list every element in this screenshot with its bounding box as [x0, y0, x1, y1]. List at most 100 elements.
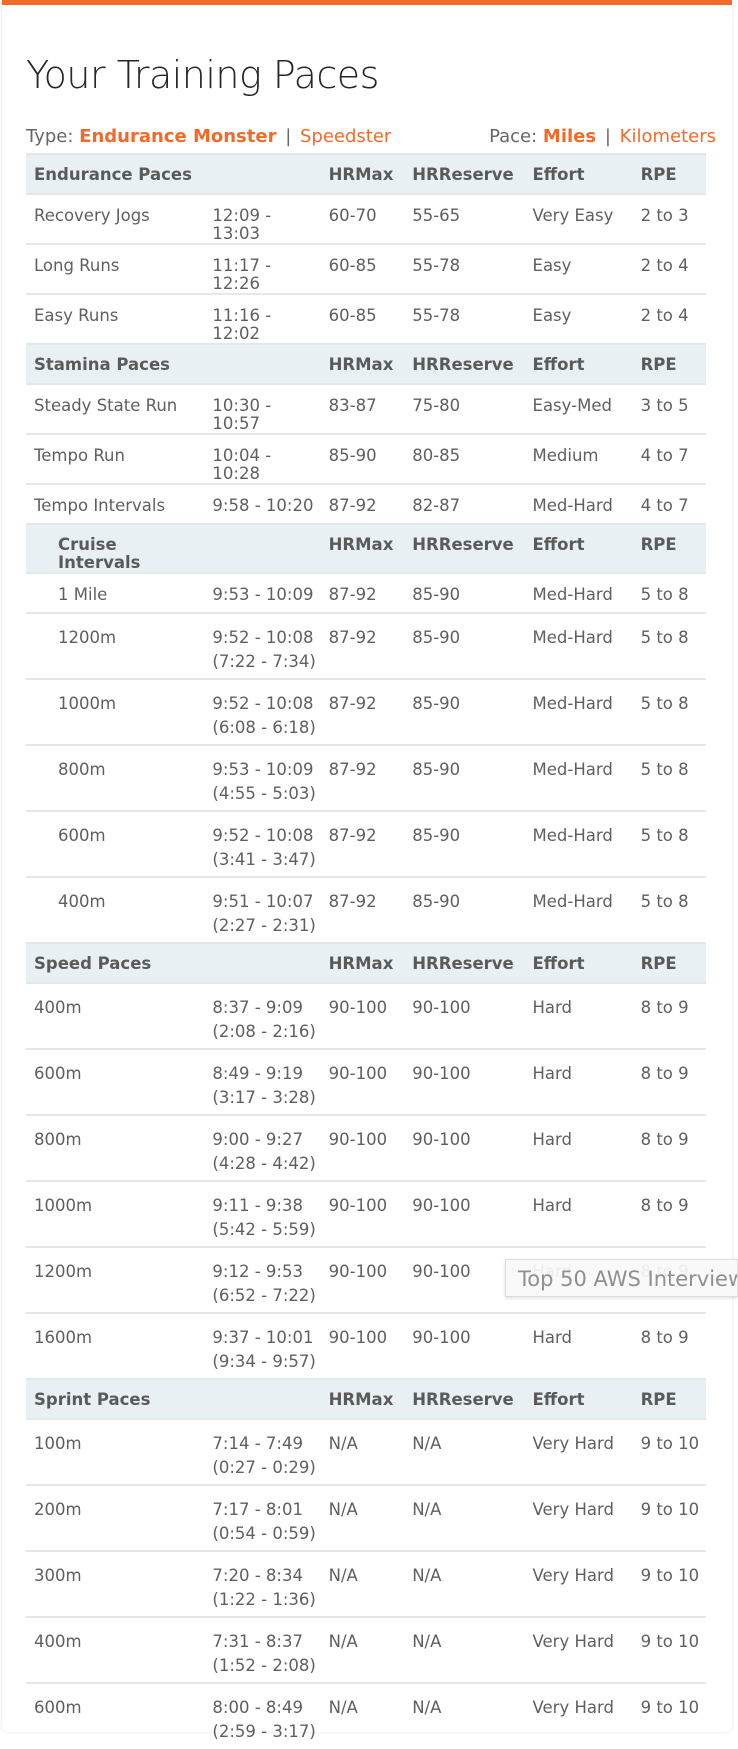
- cell-name: Steady State Run: [26, 383, 205, 434]
- rpe-text: 5 to 8: [640, 760, 689, 779]
- cell-hrreserve: 82-87: [404, 483, 525, 524]
- type-option-speedster[interactable]: Speedster: [300, 126, 391, 147]
- table-row: 1000m 9:52 - 10:08 (6:08 - 6:18) 87-92 85-90…: [26, 678, 706, 745]
- rpe-text: 9 to 10: [640, 1566, 700, 1585]
- cell-effort: Medium: [524, 433, 633, 484]
- pace-option-miles[interactable]: Miles: [543, 126, 596, 147]
- rpe-text: 8 to 9: [640, 1130, 689, 1149]
- table-row: 300m 7:20 - 8:34 (1:22 - 1:36) N/A N/A Very H…: [26, 1550, 706, 1617]
- header-cell-effort: Effort: [524, 523, 633, 573]
- table-row: 100m 7:14 - 7:49 (0:27 - 0:29) N/A N/A Very H…: [26, 1418, 706, 1485]
- cell-hrmax: 87-92: [320, 810, 405, 877]
- cell-effort: Very Hard: [524, 1484, 633, 1551]
- hrreserve-text: 90-100: [412, 998, 471, 1017]
- cell-hrmax: 90-100: [320, 1114, 405, 1181]
- cell-hrmax: 60-70: [320, 193, 405, 244]
- name-text: 1000m: [58, 694, 117, 713]
- cell-hrmax: 90-100: [320, 1048, 405, 1115]
- split-pace-text: (6:08 - 6:18): [212, 718, 316, 737]
- pace-text: 9:58 - 10:20: [212, 496, 314, 515]
- header-cell-name: Endurance Paces: [26, 153, 205, 194]
- paces-table: Endurance Paces HRMax HRReserve Effort RPE Re…: [26, 153, 706, 1749]
- cell-hrmax: 87-92: [320, 876, 405, 943]
- type-selector: Type: Endurance Monster | Speedster: [26, 126, 391, 147]
- cell-effort: Easy: [524, 293, 633, 344]
- cell-rpe: 2 to 4: [632, 243, 706, 294]
- hrreserve-text: 55-65: [412, 206, 461, 225]
- cell-hrreserve: 55-78: [404, 243, 525, 294]
- cell-rpe: 9 to 10: [632, 1550, 706, 1617]
- effort-text: Hard: [532, 1328, 573, 1347]
- cell-pace: 7:20 - 8:34 (1:22 - 1:36): [204, 1550, 321, 1617]
- name-text: Speed Paces: [34, 954, 152, 973]
- rpe-text: 5 to 8: [640, 628, 689, 647]
- header-cell-name: Stamina Paces: [26, 343, 205, 384]
- hrmax-text: HRMax: [328, 954, 394, 973]
- rpe-text: 8 to 9: [640, 998, 689, 1017]
- name-text: 400m: [34, 1632, 82, 1651]
- type-option-endurance-monster[interactable]: Endurance Monster: [79, 126, 276, 147]
- name-text: Long Runs: [34, 256, 120, 275]
- table-row: 600m 8:00 - 8:49 (2:59 - 3:17) N/A N/A Very H…: [26, 1682, 706, 1749]
- cell-rpe: 8 to 9: [632, 1048, 706, 1115]
- name-text: 100m: [34, 1434, 82, 1453]
- cell-pace: 8:00 - 8:49 (2:59 - 3:17): [204, 1682, 321, 1749]
- header-cell-rpe: RPE: [632, 343, 706, 384]
- pace-text: 9:12 - 9:53: [212, 1262, 303, 1281]
- cell-name: 600m: [26, 1048, 205, 1115]
- cell-pace: 9:52 - 10:08 (6:08 - 6:18): [204, 678, 321, 745]
- cell-name: 800m: [26, 744, 205, 811]
- rpe-text: 2 to 4: [640, 256, 689, 275]
- cell-name: 1600m: [26, 1312, 205, 1379]
- header-cell-effort: Effort: [524, 153, 633, 194]
- cell-hrmax: 60-85: [320, 243, 405, 294]
- cell-name: Recovery Jogs: [26, 193, 205, 244]
- rpe-text: 8 to 9: [640, 1328, 689, 1347]
- hrmax-text: N/A: [328, 1698, 358, 1717]
- cell-effort: Med-Hard: [524, 572, 633, 613]
- cell-effort: Hard: [524, 1114, 633, 1181]
- pace-text: 8:49 - 9:19: [212, 1064, 303, 1083]
- effort-text: Effort: [532, 165, 585, 184]
- name-text: 200m: [34, 1500, 82, 1519]
- hrmax-text: 90-100: [328, 1328, 388, 1347]
- cell-hrreserve: N/A: [404, 1484, 525, 1551]
- table-row: 1200m 9:52 - 10:08 (7:22 - 7:34) 87-92 85-90…: [26, 612, 706, 679]
- hrreserve-text: 85-90: [412, 585, 461, 604]
- pace-unit-selector: Pace: Miles | Kilometers: [489, 126, 716, 147]
- cell-effort: Very Hard: [524, 1550, 633, 1617]
- cell-hrmax: 60-85: [320, 293, 405, 344]
- cell-effort: Med-Hard: [524, 483, 633, 524]
- hrmax-text: N/A: [328, 1566, 358, 1585]
- hrmax-text: 85-90: [328, 446, 377, 465]
- pace-option-kilometers[interactable]: Kilometers: [620, 126, 716, 147]
- pace-text: 9:00 - 9:27: [212, 1130, 303, 1149]
- cell-hrreserve: 55-78: [404, 293, 525, 344]
- hrmax-text: 90-100: [328, 1064, 388, 1083]
- effort-text: Effort: [532, 954, 585, 973]
- hrreserve-text: 55-78: [412, 306, 461, 325]
- table-row: 400m 7:31 - 8:37 (1:52 - 2:08) N/A N/A Very H…: [26, 1616, 706, 1683]
- effort-text: Med-Hard: [532, 826, 613, 845]
- table-row: Tempo Run 10:04 - 10:28 85-90 80-85 Medium 4 …: [26, 433, 706, 484]
- cell-pace: 9:58 - 10:20: [204, 483, 321, 524]
- cell-rpe: 5 to 8: [632, 612, 706, 679]
- table-row: 400m 8:37 - 9:09 (2:08 - 2:16) 90-100 90-100…: [26, 982, 706, 1049]
- hrreserve-text: 90-100: [412, 1064, 471, 1083]
- name-text: 600m: [34, 1698, 82, 1717]
- cell-rpe: 8 to 9: [632, 982, 706, 1049]
- cell-hrreserve: 90-100: [404, 1048, 525, 1115]
- cell-name: Tempo Intervals: [26, 483, 205, 524]
- pace-text: 9:52 - 10:08: [212, 694, 314, 713]
- cell-pace: 7:14 - 7:49 (0:27 - 0:29): [204, 1418, 321, 1485]
- pace-text: 9:11 - 9:38: [212, 1196, 303, 1215]
- hrreserve-text: N/A: [412, 1500, 442, 1519]
- effort-text: Med-Hard: [532, 585, 613, 604]
- hrmax-text: 60-70: [328, 206, 377, 225]
- cell-hrreserve: 90-100: [404, 1180, 525, 1247]
- hrreserve-text: HRReserve: [412, 165, 514, 184]
- name-text: Tempo Intervals: [34, 496, 166, 515]
- cell-hrmax: 87-92: [320, 483, 405, 524]
- header-cell-hrmax: HRMax: [320, 523, 405, 573]
- hrmax-text: 90-100: [328, 998, 388, 1017]
